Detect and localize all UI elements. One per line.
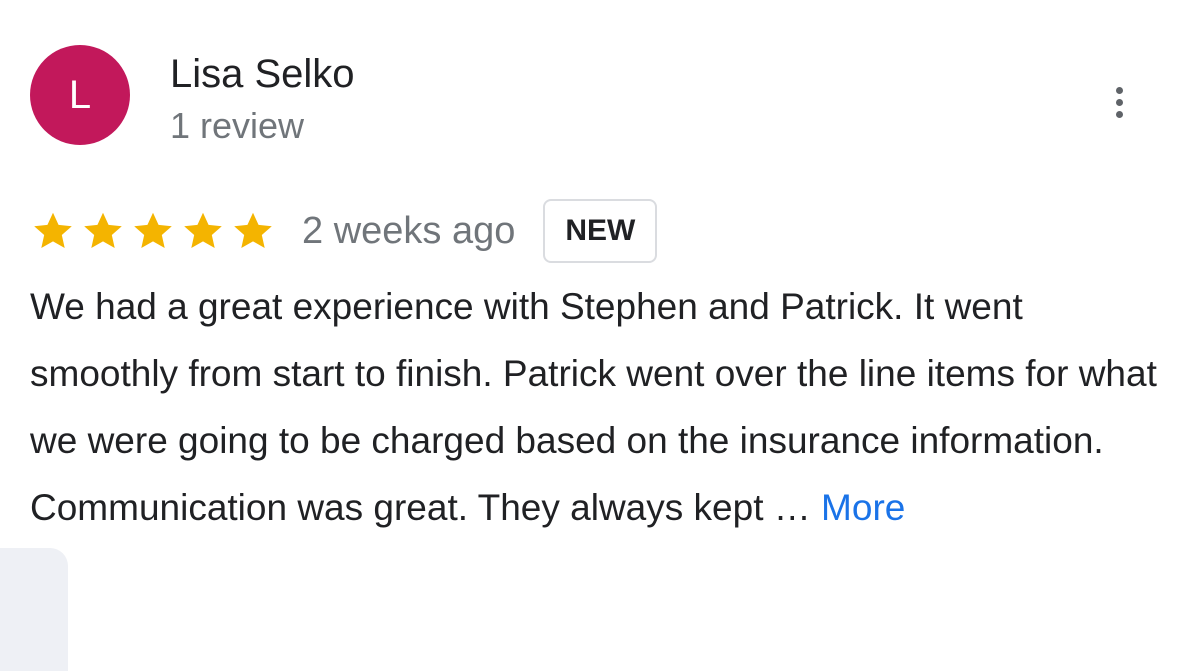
star-icon [180, 208, 226, 254]
star-icon [80, 208, 126, 254]
star-rating [30, 208, 276, 254]
review-text: We had a great experience with Stephen a… [30, 273, 1180, 541]
review-ellipsis: … [763, 487, 822, 528]
more-vert-icon [1115, 86, 1123, 94]
avatar[interactable]: L [30, 45, 130, 145]
new-badge: NEW [543, 199, 658, 263]
rating-row: 2 weeks ago NEW [30, 197, 658, 265]
corner-overlay [0, 548, 68, 671]
reviewer-name[interactable]: Lisa Selko [170, 50, 355, 98]
star-icon [230, 208, 276, 254]
review-date: 2 weeks ago [302, 209, 516, 252]
review-count[interactable]: 1 review [170, 104, 304, 148]
star-icon [30, 208, 76, 254]
more-options-button[interactable] [1100, 80, 1138, 124]
star-icon [130, 208, 176, 254]
review-body: We had a great experience with Stephen a… [30, 286, 1157, 528]
more-link[interactable]: More [821, 487, 905, 528]
avatar-letter: L [68, 72, 92, 117]
